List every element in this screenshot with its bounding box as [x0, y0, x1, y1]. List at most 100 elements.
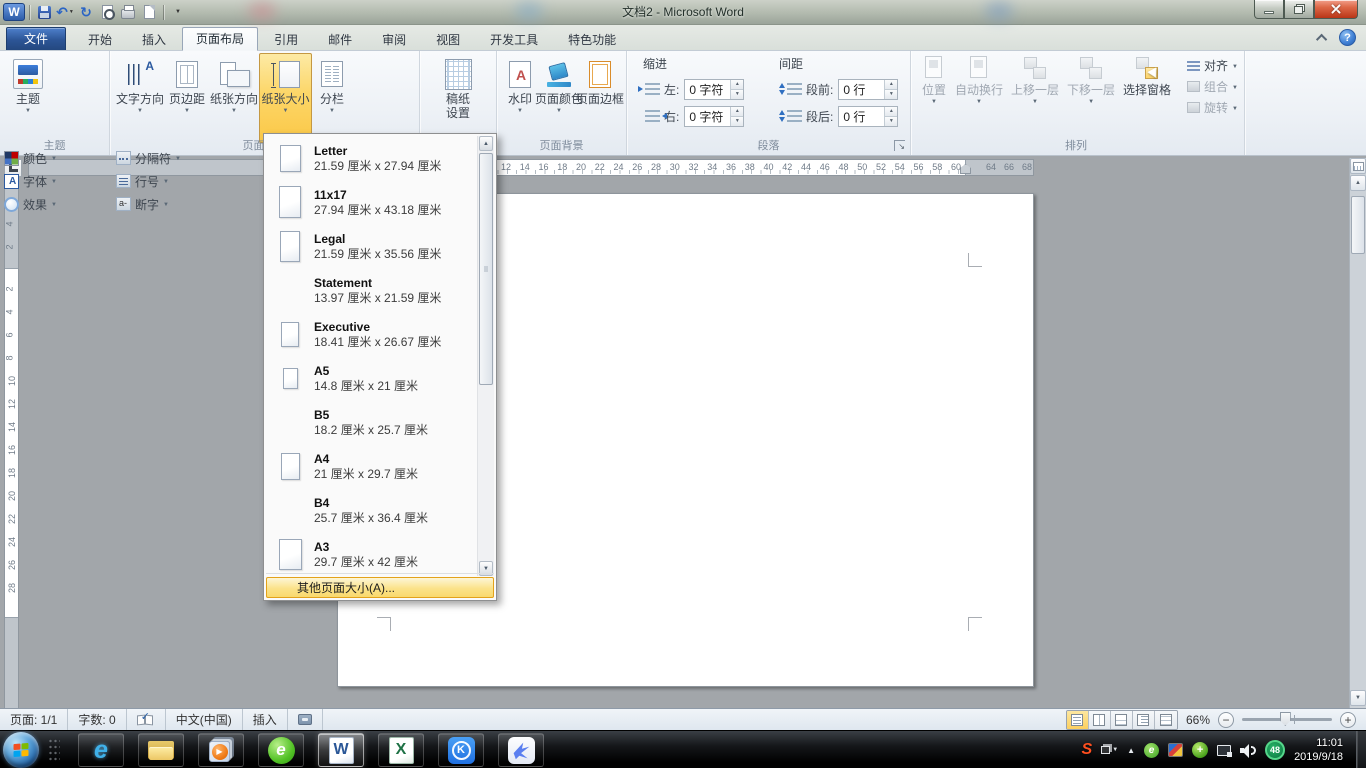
taskbar-windows-explorer-button[interactable] [138, 733, 184, 767]
restore-button[interactable] [1284, 0, 1314, 19]
indent-right-input[interactable]: 0 字符 ▲▼ [684, 106, 744, 127]
position-button[interactable]: 位置 ▼ [917, 51, 951, 105]
spacing-after-stepper[interactable]: ▲▼ [884, 107, 897, 126]
zoom-slider[interactable] [1242, 718, 1332, 721]
hyphenation-button[interactable]: 断字▼ [112, 194, 185, 214]
taskbar-word-button[interactable]: W [318, 733, 364, 767]
spin-down-icon[interactable]: ▼ [731, 116, 743, 126]
print-button[interactable] [118, 2, 138, 22]
paper-option-letter[interactable]: Letter21.59 厘米 x 27.94 厘米 [266, 136, 461, 180]
text-direction-button[interactable]: 文字方向 ▼ [115, 53, 165, 143]
tab-mailings[interactable]: 邮件 [314, 28, 366, 50]
theme-effects-button[interactable]: 效果▼ [0, 194, 61, 214]
save-button[interactable] [34, 2, 54, 22]
paper-size-button[interactable]: 纸张大小 ▼ [259, 53, 312, 143]
rotate-button[interactable]: 旋转▼ [1187, 97, 1238, 118]
browser-360-tray-icon[interactable]: e [1144, 743, 1159, 758]
tab-special-features[interactable]: 特色功能 [554, 28, 630, 50]
menu-scroll-up[interactable]: ▲ [479, 136, 493, 151]
menu-scrollbar-thumb[interactable] [479, 153, 493, 385]
paper-option-b5[interactable]: B518.2 厘米 x 25.7 厘米 [266, 400, 461, 444]
view-outline-button[interactable] [1133, 711, 1155, 729]
menu-scrollbar[interactable]: ▲ ▼ [477, 136, 494, 576]
paper-option-a3[interactable]: A329.7 厘米 x 42 厘米 [266, 532, 461, 576]
help-icon[interactable]: ? [1339, 29, 1356, 46]
popup-window-icon[interactable]: ▼ [1101, 746, 1118, 754]
view-draft-button[interactable] [1155, 711, 1177, 729]
spin-down-icon[interactable]: ▼ [885, 89, 897, 99]
paper-option-statement[interactable]: Statement13.97 厘米 x 21.59 厘米 [266, 268, 461, 312]
optimizer-badge-icon[interactable]: 48 [1265, 740, 1285, 760]
spacing-after-input[interactable]: 0 行 ▲▼ [838, 106, 898, 127]
tab-page-layout[interactable]: 页面布局 [182, 27, 258, 51]
insert-mode[interactable]: 插入 [243, 709, 288, 730]
themes-button[interactable]: 主题 ▼ [4, 53, 52, 143]
spacing-before-input[interactable]: 0 行 ▲▼ [838, 79, 898, 100]
theme-fonts-button[interactable]: 字体▼ [0, 171, 61, 191]
sogou-input-icon[interactable]: S [1082, 741, 1093, 759]
scroll-down-button[interactable]: ▼ [1350, 690, 1366, 706]
word-count[interactable]: 字数: 0 [68, 709, 126, 730]
zoom-slider-thumb[interactable] [1280, 712, 1291, 726]
spin-up-icon[interactable]: ▲ [731, 107, 743, 116]
paragraph-dialog-launcher[interactable]: ↘ [894, 140, 905, 151]
tab-developer[interactable]: 开发工具 [476, 28, 552, 50]
paper-option-legal[interactable]: Legal21.59 厘米 x 35.56 厘米 [266, 224, 461, 268]
redo-button[interactable]: ↻ [76, 2, 96, 22]
spin-up-icon[interactable]: ▲ [885, 107, 897, 116]
taskbar-excel-button[interactable]: X [378, 733, 424, 767]
macro-recording[interactable] [288, 709, 323, 730]
minimize-ribbon-icon[interactable] [1316, 33, 1327, 44]
taskbar-media-player-button[interactable]: ▶ [198, 733, 244, 767]
paper-option-a4[interactable]: A421 厘米 x 29.7 厘米 [266, 444, 461, 488]
page-borders-button[interactable]: 页面边框 [579, 53, 621, 143]
scroll-up-button[interactable]: ▲ [1350, 175, 1366, 191]
scrollbar-thumb[interactable] [1351, 196, 1365, 254]
show-desktop-button[interactable] [1356, 731, 1366, 768]
spin-down-icon[interactable]: ▼ [885, 116, 897, 126]
tray-expand-icon[interactable]: ▲ [1127, 746, 1135, 755]
minimize-button[interactable] [1254, 0, 1284, 19]
selection-pane-button[interactable]: 选择窗格 [1119, 51, 1175, 97]
view-print-layout-button[interactable] [1067, 711, 1089, 729]
taskbar-clock[interactable]: 11:01 2019/9/18 [1294, 736, 1347, 764]
photo-viewer-icon[interactable] [1168, 743, 1183, 757]
indent-right-stepper[interactable]: ▲▼ [730, 107, 743, 126]
network-icon[interactable] [1217, 745, 1231, 756]
taskbar-browser-360-button[interactable]: e [258, 733, 304, 767]
send-backward-button[interactable]: 下移一层 ▼ [1063, 51, 1119, 105]
spacing-before-stepper[interactable]: ▲▼ [884, 80, 897, 99]
tab-review[interactable]: 审阅 [368, 28, 420, 50]
align-button[interactable]: 对齐▼ [1187, 55, 1238, 76]
paper-option-b4[interactable]: B425.7 厘米 x 36.4 厘米 [266, 488, 461, 532]
columns-button[interactable]: 分栏 ▼ [312, 53, 352, 143]
tab-references[interactable]: 引用 [260, 28, 312, 50]
close-button[interactable] [1314, 0, 1358, 19]
print-preview-button[interactable] [97, 2, 117, 22]
word-program-icon[interactable]: W [3, 3, 25, 21]
taskbar-thunder-button[interactable] [498, 733, 544, 767]
customize-quick-access-button[interactable]: ▼ [168, 2, 188, 22]
page-indicator[interactable]: 页面: 1/1 [0, 709, 68, 730]
margins-button[interactable]: 页边距 ▼ [165, 53, 209, 143]
group-button[interactable]: 组合▼ [1187, 76, 1238, 97]
indent-left-input[interactable]: 0 字符 ▲▼ [684, 79, 744, 100]
paper-option-11x17[interactable]: 11x1727.94 厘米 x 43.18 厘米 [266, 180, 461, 224]
orientation-button[interactable]: 纸张方向 ▼ [209, 53, 259, 143]
zoom-out-button[interactable]: − [1218, 712, 1234, 728]
volume-icon[interactable] [1240, 744, 1256, 757]
undo-button[interactable]: ↶▼ [55, 2, 75, 22]
tab-view[interactable]: 视图 [422, 28, 474, 50]
paper-option-executive[interactable]: Executive18.41 厘米 x 26.67 厘米 [266, 312, 461, 356]
spin-down-icon[interactable]: ▼ [731, 89, 743, 99]
watermark-button[interactable]: 水印 ▼ [501, 53, 539, 143]
taskbar-k-player-button[interactable]: K [438, 733, 484, 767]
language-indicator[interactable]: 中文(中国) [166, 709, 243, 730]
taskbar-internet-explorer-button[interactable]: e [78, 733, 124, 767]
indent-left-stepper[interactable]: ▲▼ [730, 80, 743, 99]
new-document-button[interactable] [139, 2, 159, 22]
grid-paper-setup-button[interactable]: 稿纸 设置 [433, 53, 483, 143]
zoom-in-button[interactable]: + [1340, 712, 1356, 728]
zoom-level[interactable]: 66% [1186, 713, 1210, 727]
view-ruler-toggle[interactable] [1350, 158, 1366, 174]
